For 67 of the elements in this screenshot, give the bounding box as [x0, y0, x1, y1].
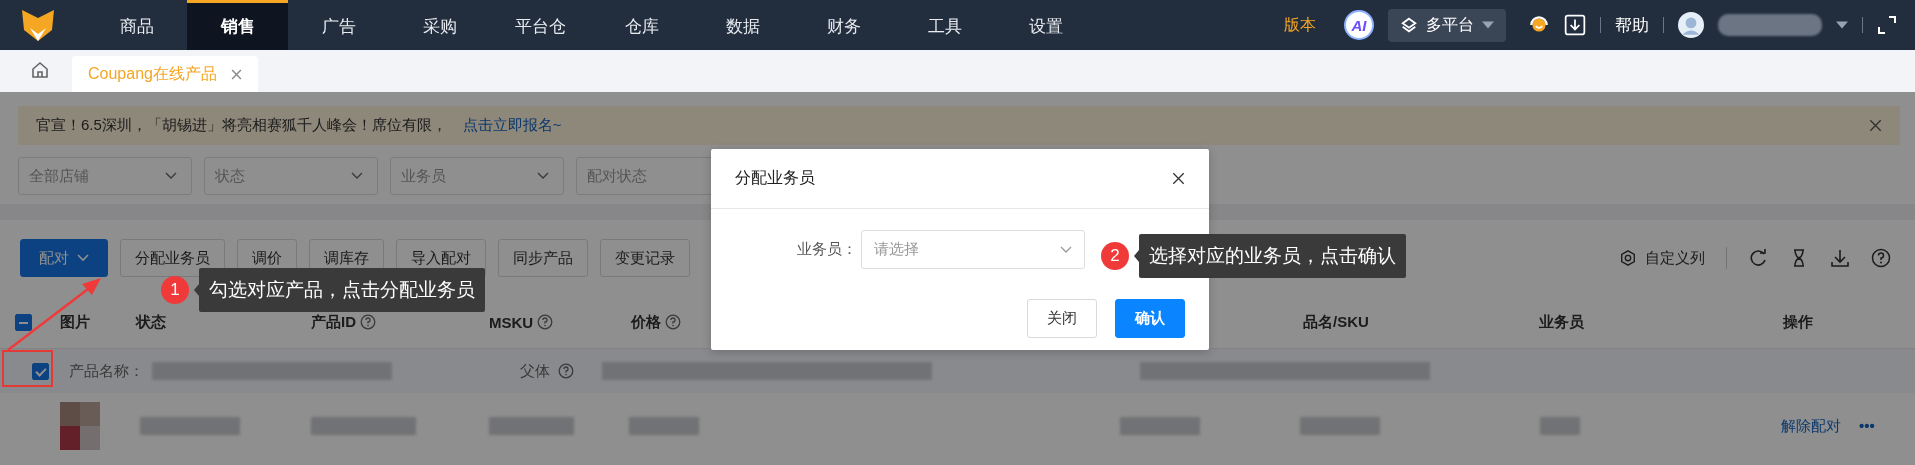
unpair-link[interactable]: 解除配对 — [1781, 416, 1841, 436]
column-header: MSKU — [489, 313, 534, 331]
tooltip: 勾选对应产品，点击分配业务员 — [199, 268, 485, 312]
blurred-text — [629, 417, 699, 435]
column-header: 状态 — [136, 312, 166, 332]
avatar-icon[interactable] — [1678, 12, 1704, 38]
column-header: 图片 — [60, 312, 90, 332]
help-icon[interactable] — [360, 314, 376, 330]
column-header: 价格 — [631, 312, 661, 332]
signup-link[interactable]: 点击立即报名~ — [462, 116, 562, 135]
toolbar-button[interactable]: 配对 — [20, 239, 108, 277]
chevron-down-icon — [77, 254, 89, 262]
help-icon[interactable] — [665, 314, 681, 330]
layers-icon — [1400, 16, 1418, 34]
chevron-down-icon — [537, 172, 549, 180]
version-link[interactable]: 版本 — [1284, 14, 1316, 36]
fox-logo-icon[interactable] — [20, 8, 56, 42]
nav-item[interactable]: 财务 — [793, 0, 894, 50]
highlight-frame — [2, 350, 53, 387]
nav-item[interactable]: 设置 — [995, 0, 1096, 50]
nav-item[interactable]: 数据 — [692, 0, 793, 50]
toolbar-button[interactable]: 分配业务员 — [120, 239, 225, 277]
chevron-down-icon — [165, 172, 177, 180]
column-header: 业务员 — [1539, 312, 1584, 332]
dialog-button[interactable]: 关闭 — [1027, 299, 1097, 338]
parent-label: 父体 — [520, 361, 550, 381]
refresh-icon[interactable] — [1748, 248, 1768, 268]
field-label: 业务员： — [797, 240, 857, 259]
column-header: 操作 — [1783, 312, 1813, 332]
caret-icon[interactable] — [1836, 21, 1848, 29]
nav-item[interactable]: 商品 — [86, 0, 187, 50]
blurred-text — [1540, 417, 1580, 435]
nav-item[interactable]: 销售 — [187, 0, 288, 50]
toolbar-button[interactable]: 变更记录 — [600, 239, 690, 277]
salesperson-select[interactable]: 请选择 — [861, 230, 1085, 269]
toolbar-button[interactable]: 同步产品 — [498, 239, 588, 277]
help-icon[interactable] — [537, 314, 554, 330]
close-icon[interactable] — [1172, 172, 1185, 185]
platform-dropdown[interactable]: 多平台 — [1388, 8, 1506, 42]
notice-text: 官宣！6.5深圳，「胡锡进」将亮相赛狐千人峰会！席位有限， — [36, 116, 447, 135]
customize-columns-button[interactable]: 自定义列 — [1619, 248, 1705, 268]
dialog-button[interactable]: 确认 — [1115, 299, 1185, 338]
platform-label: 多平台 — [1426, 14, 1474, 35]
chevron-down-icon — [351, 172, 363, 180]
nav-item[interactable]: 工具 — [894, 0, 995, 50]
column-header: 产品ID — [311, 312, 356, 332]
product-name-label: 产品名称： — [69, 361, 144, 381]
more-button[interactable]: ••• — [1859, 416, 1875, 436]
nav-item[interactable]: 采购 — [389, 0, 490, 50]
chevron-down-icon — [1060, 245, 1072, 254]
nav-item[interactable]: 广告 — [288, 0, 389, 50]
help-link[interactable]: 帮助 — [1615, 13, 1649, 37]
column-header: 品名/SKU — [1303, 312, 1369, 332]
caret-icon — [1482, 21, 1494, 29]
nav-item[interactable]: 仓库 — [591, 0, 692, 50]
ai-button[interactable]: AI — [1344, 10, 1374, 40]
hexagon-icon — [1619, 249, 1637, 267]
row-checkbox[interactable] — [32, 362, 49, 380]
fullscreen-icon[interactable] — [1877, 15, 1897, 35]
tooltip-pointer — [1134, 250, 1139, 262]
help-icon[interactable] — [1871, 248, 1891, 268]
help-icon[interactable] — [558, 363, 574, 379]
select-all-checkbox[interactable] — [15, 313, 32, 331]
home-icon[interactable] — [30, 60, 50, 80]
nav-item[interactable]: 平台仓 — [490, 0, 591, 50]
tooltip-pointer — [194, 284, 199, 296]
tooltip: 选择对应的业务员，点击确认 — [1139, 234, 1406, 278]
